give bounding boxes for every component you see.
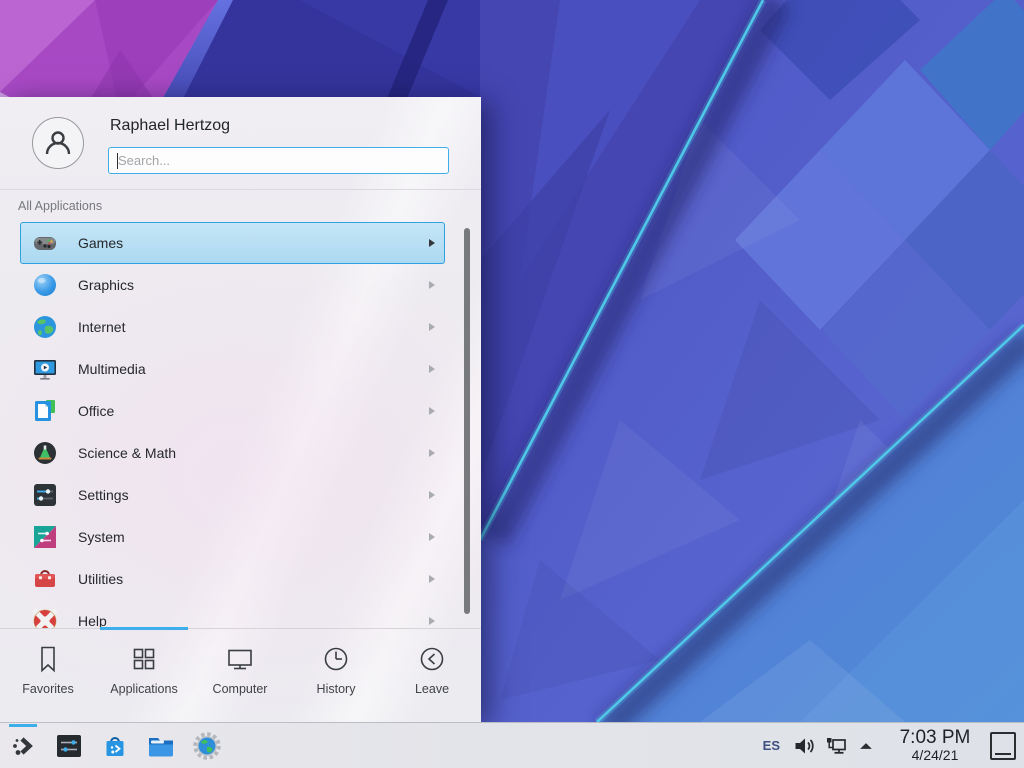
scrollbar-thumb[interactable] [464, 228, 470, 614]
user-name: Raphael Hertzog [110, 117, 230, 135]
menu-item-system[interactable]: System [20, 516, 445, 558]
settings-icon [32, 482, 58, 508]
tab-label: Favorites [22, 682, 73, 696]
menu-item-label: Office [78, 403, 114, 419]
text-caret [117, 153, 118, 169]
system-icon [32, 524, 58, 550]
menu-item-graphics[interactable]: Graphics [20, 264, 445, 306]
keyboard-layout-indicator[interactable]: ES [763, 738, 780, 753]
leave-icon [417, 644, 447, 674]
volume-icon[interactable] [792, 734, 816, 758]
tab-label: Leave [415, 682, 449, 696]
system-settings-icon [54, 731, 84, 761]
monitor-icon [225, 644, 255, 674]
submenu-arrow-icon [429, 491, 435, 499]
menu-item-label: Games [78, 235, 123, 251]
submenu-arrow-icon [429, 239, 435, 247]
submenu-arrow-icon [429, 533, 435, 541]
konqueror-button[interactable] [192, 731, 222, 761]
menu-item-settings[interactable]: Settings [20, 474, 445, 516]
menu-item-label: System [78, 529, 125, 545]
menu-item-label: Utilities [78, 571, 123, 587]
tab-history[interactable]: History [288, 629, 384, 722]
category-list: Games Graphics [20, 222, 445, 628]
tab-label: Applications [110, 682, 177, 696]
submenu-arrow-icon [429, 407, 435, 415]
tab-applications[interactable]: Applications [96, 629, 192, 722]
multimedia-icon [32, 356, 58, 382]
system-settings-button[interactable] [54, 731, 84, 761]
user-avatar[interactable] [32, 117, 84, 169]
tab-leave[interactable]: Leave [384, 629, 480, 722]
games-icon [32, 230, 58, 256]
bookmark-icon [33, 644, 63, 674]
clock-date: 4/24/21 [892, 748, 978, 763]
grid-icon [129, 644, 159, 674]
system-tray: ES 7:03 PM 4/24/21 [763, 728, 1024, 763]
internet-icon [32, 314, 58, 340]
menu-item-label: Settings [78, 487, 129, 503]
science-icon [32, 440, 58, 466]
dolphin-folder-icon [146, 731, 176, 761]
discover-icon [100, 731, 130, 761]
menu-item-multimedia[interactable]: Multimedia [20, 348, 445, 390]
menu-item-office[interactable]: Office [20, 390, 445, 432]
active-tab-indicator [100, 627, 188, 630]
menu-item-help[interactable]: Help [20, 600, 445, 628]
clock-icon [321, 644, 351, 674]
submenu-arrow-icon [429, 575, 435, 583]
menu-item-utilities[interactable]: Utilities [20, 558, 445, 600]
expand-tray-arrow-icon[interactable] [856, 736, 876, 756]
application-launcher-icon [8, 731, 38, 761]
user-icon [41, 126, 75, 160]
graphics-icon [32, 272, 58, 298]
taskbar: ES 7:03 PM 4/24/21 [0, 722, 1024, 768]
application-launcher-popup: Raphael Hertzog All Applications Games [0, 97, 481, 722]
submenu-arrow-icon [429, 449, 435, 457]
search-input[interactable] [109, 148, 448, 173]
digital-clock[interactable]: 7:03 PM 4/24/21 [892, 728, 978, 763]
menu-item-label: Multimedia [78, 361, 146, 377]
menu-item-science-math[interactable]: Science & Math [20, 432, 445, 474]
tab-label: History [317, 682, 356, 696]
dolphin-button[interactable] [146, 731, 176, 761]
menu-item-label: Science & Math [78, 445, 176, 461]
konqueror-icon [192, 731, 222, 761]
tab-computer[interactable]: Computer [192, 629, 288, 722]
show-desktop-glyph [995, 753, 1011, 755]
show-desktop-button[interactable] [990, 732, 1016, 760]
clock-time: 7:03 PM [892, 728, 978, 748]
submenu-arrow-icon [429, 617, 435, 625]
search-field[interactable] [108, 147, 449, 174]
submenu-arrow-icon [429, 365, 435, 373]
active-task-indicator [9, 724, 37, 727]
section-label: All Applications [18, 199, 102, 213]
menu-item-label: Graphics [78, 277, 134, 293]
menu-item-internet[interactable]: Internet [20, 306, 445, 348]
application-launcher-button[interactable] [8, 731, 38, 761]
tab-label: Computer [213, 682, 268, 696]
submenu-arrow-icon [429, 281, 435, 289]
utilities-icon [32, 566, 58, 592]
network-icon[interactable] [824, 734, 848, 758]
office-icon [32, 398, 58, 424]
tab-favorites[interactable]: Favorites [0, 629, 96, 722]
menu-item-label: Help [78, 613, 107, 628]
submenu-arrow-icon [429, 323, 435, 331]
header-separator [0, 189, 481, 190]
discover-button[interactable] [100, 731, 130, 761]
menu-item-games[interactable]: Games [20, 222, 445, 264]
desktop: Raphael Hertzog All Applications Games [0, 0, 1024, 768]
menu-item-label: Internet [78, 319, 125, 335]
launcher-tabbar: Favorites Applications Computer [0, 628, 481, 722]
help-icon [32, 608, 58, 628]
